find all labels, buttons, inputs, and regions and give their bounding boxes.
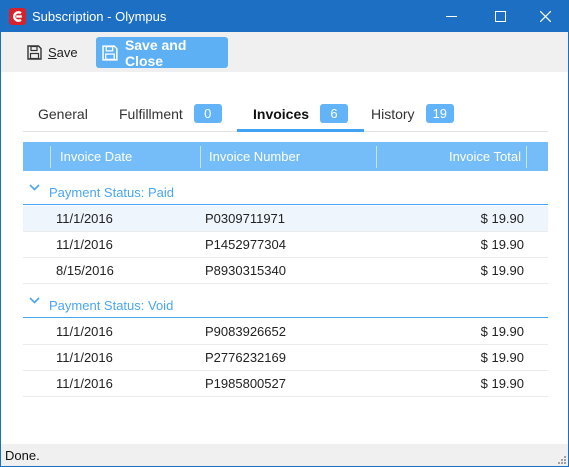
column-separator[interactable] — [200, 146, 201, 168]
maximize-button[interactable] — [477, 1, 523, 32]
title-bar[interactable]: Subscription - Olympus — [1, 1, 568, 32]
invoice-date-cell: 8/15/2016 — [56, 263, 114, 278]
close-button[interactable] — [522, 1, 568, 32]
invoice-number-cell: P0309711971 — [205, 211, 286, 226]
invoice-number-cell: P1985800527 — [205, 376, 286, 391]
save-button[interactable]: Save — [27, 42, 78, 62]
status-text: Done. — [5, 448, 40, 463]
save-button-label: Save — [48, 44, 78, 60]
invoice-total-cell: $ 19.90 — [480, 350, 524, 365]
invoice-number-cell: P8930315340 — [205, 263, 286, 278]
maximize-icon — [494, 11, 506, 22]
floppy-disk-icon — [27, 44, 42, 60]
invoice-date-cell: 11/1/2016 — [56, 376, 113, 391]
invoice-total-cell: $ 19.90 — [480, 237, 524, 252]
chevron-down-icon[interactable] — [29, 297, 40, 304]
column-invoice-total[interactable]: Invoice Total — [449, 149, 521, 164]
column-invoice-date[interactable]: Invoice Date — [60, 149, 132, 164]
invoice-number-cell: P1452977304 — [205, 237, 286, 252]
invoice-total-cell: $ 19.90 — [480, 263, 524, 278]
invoice-number-cell: P2776232169 — [205, 350, 286, 365]
invoices-count-badge: 6 — [320, 104, 349, 123]
resize-grip-icon[interactable] — [556, 454, 566, 464]
table-row[interactable]: 11/1/2016 P1452977304 $ 19.90 — [23, 232, 548, 258]
column-separator[interactable] — [50, 146, 51, 168]
app-logo-icon — [9, 8, 26, 25]
table-row[interactable]: 8/15/2016 P8930315340 $ 19.90 — [23, 258, 548, 284]
group-title: Payment Status: Void — [49, 298, 174, 313]
group-header-paid[interactable]: Payment Status: Paid — [23, 173, 548, 205]
tab-general[interactable]: General — [38, 96, 88, 131]
group-title: Payment Status: Paid — [49, 185, 175, 200]
history-count-badge: 19 — [425, 104, 455, 123]
invoice-total-cell: $ 19.90 — [480, 211, 524, 226]
group-header-void[interactable]: Payment Status: Void — [23, 286, 548, 318]
window-title: Subscription - Olympus — [32, 9, 167, 24]
table-row[interactable]: 11/1/2016 P2776232169 $ 19.90 — [23, 345, 548, 371]
column-separator[interactable] — [526, 146, 527, 168]
fulfillment-count-badge: 0 — [193, 104, 222, 123]
minimize-icon — [445, 16, 457, 17]
close-icon — [539, 11, 551, 22]
tab-invoices[interactable]: Invoices 6 — [237, 96, 365, 132]
save-and-close-label: Save and Close — [124, 36, 187, 69]
floppy-disk-icon — [102, 44, 118, 61]
invoice-date-cell: 11/1/2016 — [56, 237, 113, 252]
tab-general-label: General — [38, 105, 88, 122]
invoice-date-cell: 11/1/2016 — [56, 211, 113, 226]
tab-fulfillment[interactable]: Fulfillment 0 — [119, 96, 222, 131]
save-and-close-button[interactable]: Save and Close — [96, 36, 228, 69]
invoice-total-cell: $ 19.90 — [480, 324, 524, 339]
minimize-button[interactable] — [428, 1, 474, 32]
toolbar: Save Save and Close — [1, 32, 568, 72]
tab-history-label: History — [371, 105, 415, 122]
invoice-date-cell: 11/1/2016 — [56, 324, 113, 339]
status-bar: Done. — [1, 444, 568, 466]
column-separator[interactable] — [376, 146, 377, 168]
tab-history[interactable]: History 19 — [371, 96, 455, 131]
grid-header: Invoice Date Invoice Number Invoice Tota… — [23, 142, 548, 171]
column-invoice-number[interactable]: Invoice Number — [209, 149, 300, 164]
chevron-down-icon[interactable] — [29, 184, 40, 191]
table-row[interactable]: 11/1/2016 P9083926652 $ 19.90 — [23, 319, 548, 345]
tab-fulfillment-label: Fulfillment — [119, 105, 183, 122]
invoice-number-cell: P9083926652 — [205, 324, 286, 339]
invoice-total-cell: $ 19.90 — [480, 376, 524, 391]
tab-strip: General Fulfillment 0 Invoices 6 History… — [23, 96, 548, 132]
tab-invoices-label: Invoices — [253, 105, 310, 122]
subscription-window: Subscription - Olympus Save Save and Clo… — [0, 0, 569, 467]
table-row[interactable]: 11/1/2016 P0309711971 $ 19.90 — [23, 206, 548, 232]
invoice-date-cell: 11/1/2016 — [56, 350, 113, 365]
table-row[interactable]: 11/1/2016 P1985800527 $ 19.90 — [23, 371, 548, 397]
